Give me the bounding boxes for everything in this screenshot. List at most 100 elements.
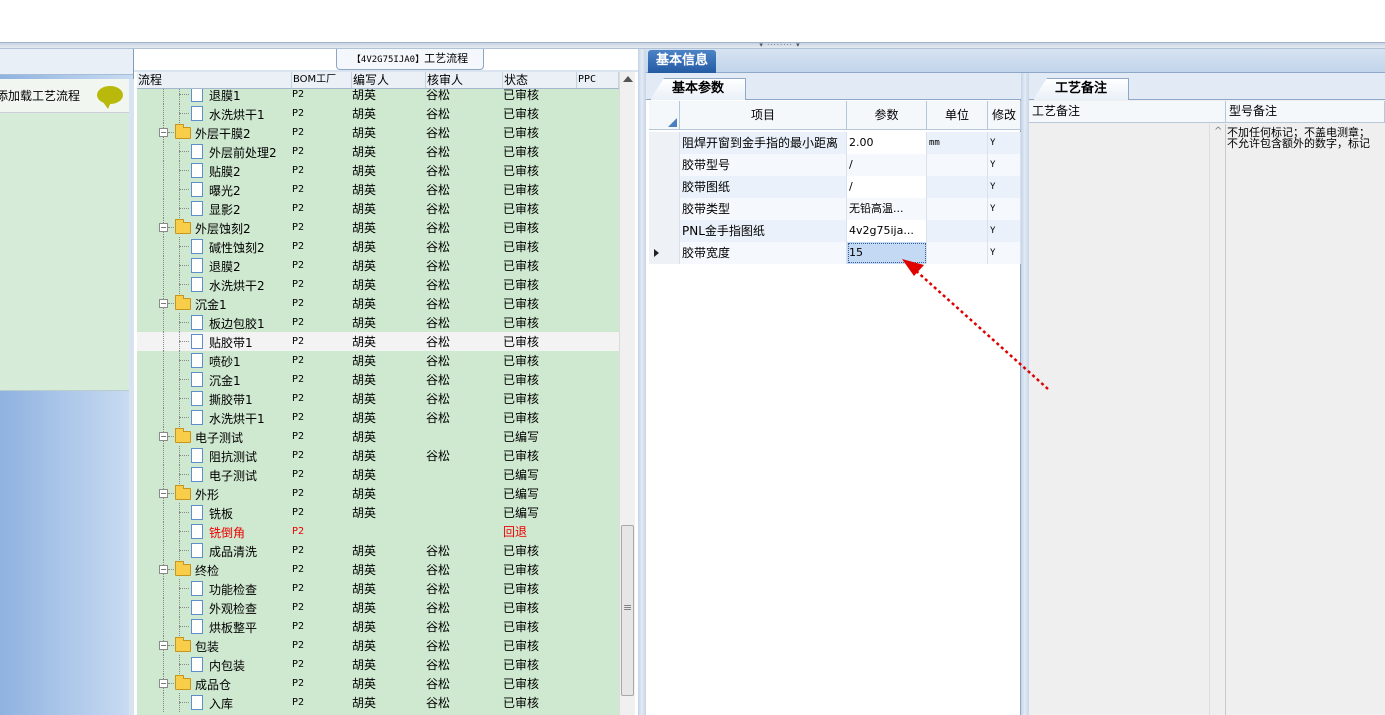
tree-row[interactable]: 曝光2 P2 胡英 谷松 已审核 xyxy=(137,180,619,199)
param-unit-cell[interactable]: mm xyxy=(927,131,988,154)
param-modify-cell[interactable]: Y xyxy=(988,219,1021,242)
tree-row[interactable]: 烘板整平 P2 胡英 谷松 已审核 xyxy=(137,617,619,636)
tree-row[interactable]: − 外层干膜2 P2 胡英 谷松 已审核 xyxy=(137,123,619,142)
row-header[interactable] xyxy=(649,219,680,242)
param-modify-cell[interactable]: Y xyxy=(988,131,1021,154)
collapse-toggle-icon[interactable]: − xyxy=(159,432,168,441)
param-row[interactable]: 胶带宽度 15 Y xyxy=(649,241,1021,264)
col-header-model-remark[interactable]: 型号备注 xyxy=(1226,101,1385,122)
tree-row[interactable]: 水洗烘干1 P2 胡英 谷松 已审核 xyxy=(137,104,619,123)
remark-scrollbar[interactable] xyxy=(1209,124,1225,715)
collapse-toggle-icon[interactable]: − xyxy=(159,641,168,650)
col-header-writer[interactable]: 编写人 xyxy=(352,72,426,88)
param-row[interactable]: 阻焊开窗到金手指的最小距离 2.00 mm Y xyxy=(649,131,1021,154)
process-remark-textarea[interactable] xyxy=(1029,124,1226,715)
tree-row[interactable]: 板边包胶1 P2 胡英 谷松 已审核 xyxy=(137,313,619,332)
tree-row[interactable]: − 成品仓 P2 胡英 谷松 已审核 xyxy=(137,674,619,693)
param-value-cell[interactable]: 15 xyxy=(847,241,927,264)
col-header-value[interactable]: 参数 xyxy=(847,101,927,129)
params-remarks-splitter[interactable] xyxy=(1021,73,1029,715)
splitter-bar[interactable] xyxy=(0,42,1385,49)
param-value-cell[interactable]: / xyxy=(847,175,927,198)
tree-row[interactable]: 显影2 P2 胡英 谷松 已审核 xyxy=(137,199,619,218)
process-vertical-scrollbar[interactable] xyxy=(619,72,635,715)
splitter-grip[interactable]: ▾ ········ ▾ xyxy=(748,42,812,49)
tab-basic-params[interactable]: 基本参数 xyxy=(650,78,746,100)
col-header-ppc[interactable]: PPC xyxy=(577,72,619,88)
param-value-cell[interactable]: 2.00 xyxy=(847,131,927,154)
grid-corner-icon[interactable] xyxy=(649,101,680,129)
collapse-toggle-icon[interactable]: − xyxy=(159,128,168,137)
tree-row[interactable]: − 包装 P2 胡英 谷松 已审核 xyxy=(137,636,619,655)
param-modify-cell[interactable]: Y xyxy=(988,153,1021,176)
param-modify-cell[interactable]: Y xyxy=(988,175,1021,198)
tree-row[interactable]: − 外层蚀刻2 P2 胡英 谷松 已审核 xyxy=(137,218,619,237)
tree-row[interactable]: 碱性蚀刻2 P2 胡英 谷松 已审核 xyxy=(137,237,619,256)
tab-basic-info[interactable]: 基本信息 xyxy=(648,50,716,73)
param-row[interactable]: 胶带型号 / Y xyxy=(649,153,1021,176)
row-header[interactable] xyxy=(649,131,680,154)
param-modify-cell[interactable]: Y xyxy=(988,197,1021,220)
scroll-up-arrow-icon[interactable] xyxy=(623,76,633,82)
model-remark-text[interactable]: 不加任何标记；不盖电测章； 不允许包含额外的数字，标记 xyxy=(1226,124,1385,715)
process-panel-title: 【4V2G75IJA0】工艺流程 xyxy=(336,49,484,70)
param-modify-cell[interactable]: Y xyxy=(988,241,1021,264)
tree-row[interactable]: − 电子测试 P2 胡英 已编写 xyxy=(137,427,619,446)
param-value-cell[interactable]: 4v2g75ija... xyxy=(847,219,927,242)
col-header-reviewer[interactable]: 核审人 xyxy=(426,72,503,88)
tree-row[interactable]: 退膜2 P2 胡英 谷松 已审核 xyxy=(137,256,619,275)
tree-row[interactable]: − 终检 P2 胡英 谷松 已审核 xyxy=(137,560,619,579)
tree-row[interactable]: 水洗烘干2 P2 胡英 谷松 已审核 xyxy=(137,275,619,294)
collapse-toggle-icon[interactable]: − xyxy=(159,299,168,308)
tree-row[interactable]: 铣倒角 P2 回退 xyxy=(137,522,619,541)
collapse-toggle-icon[interactable]: − xyxy=(159,489,168,498)
tree-row[interactable]: 贴膜2 P2 胡英 谷松 已审核 xyxy=(137,161,619,180)
row-header[interactable] xyxy=(649,153,680,176)
col-header-unit[interactable]: 单位 xyxy=(927,101,988,129)
row-header[interactable] xyxy=(649,241,680,264)
col-header-process-remark[interactable]: 工艺备注 xyxy=(1029,101,1226,122)
tree-row[interactable]: 喷砂1 P2 胡英 谷松 已审核 xyxy=(137,351,619,370)
tree-row[interactable]: 成品清洗 P2 胡英 谷松 已审核 xyxy=(137,541,619,560)
tree-row[interactable]: 外观检查 P2 胡英 谷松 已审核 xyxy=(137,598,619,617)
param-value-cell[interactable]: 无铅高温... xyxy=(847,197,927,220)
tree-row[interactable]: 沉金1 P2 胡英 谷松 已审核 xyxy=(137,370,619,389)
collapse-toggle-icon[interactable]: − xyxy=(159,223,168,232)
tree-row[interactable]: − 外形 P2 胡英 已编写 xyxy=(137,484,619,503)
col-header-item[interactable]: 项目 xyxy=(680,101,847,129)
collapse-toggle-icon[interactable]: − xyxy=(159,565,168,574)
tree-row[interactable]: − 沉金1 P2 胡英 谷松 已审核 xyxy=(137,294,619,313)
param-unit-cell[interactable] xyxy=(927,241,988,264)
tree-row[interactable]: 铣板 P2 胡英 已编写 xyxy=(137,503,619,522)
tree-row[interactable]: 外层前处理2 P2 胡英 谷松 已审核 xyxy=(137,142,619,161)
tree-row[interactable]: 退膜1 P2 胡英 谷松 已审核 xyxy=(137,89,619,104)
col-header-bom-factory[interactable]: BOM工厂 xyxy=(292,72,352,88)
tree-row[interactable]: 内包装 P2 胡英 谷松 已审核 xyxy=(137,655,619,674)
param-row[interactable]: 胶带类型 无铅高温... Y xyxy=(649,197,1021,220)
col-header-process[interactable]: 流程 xyxy=(137,72,292,88)
load-process-item[interactable]: 添加载工艺流程 xyxy=(0,79,129,113)
param-unit-cell[interactable] xyxy=(927,219,988,242)
scrollbar-thumb[interactable] xyxy=(621,525,634,696)
col-header-modify[interactable]: 修改 xyxy=(988,101,1021,129)
param-row[interactable]: PNL金手指图纸 4v2g75ija... Y xyxy=(649,219,1021,242)
tree-row[interactable]: 撕胶带1 P2 胡英 谷松 已审核 xyxy=(137,389,619,408)
collapse-toggle-icon[interactable]: − xyxy=(159,679,168,688)
param-unit-cell[interactable] xyxy=(927,197,988,220)
tree-row[interactable]: 电子测试 P2 胡英 已编写 xyxy=(137,465,619,484)
row-header[interactable] xyxy=(649,175,680,198)
vertical-splitter[interactable] xyxy=(638,49,646,715)
tree-row[interactable]: 功能检查 P2 胡英 谷松 已审核 xyxy=(137,579,619,598)
col-header-status[interactable]: 状态 xyxy=(503,72,577,88)
tree-row[interactable]: 水洗烘干1 P2 胡英 谷松 已审核 xyxy=(137,408,619,427)
tree-row[interactable]: 阻抗测试 P2 胡英 谷松 已审核 xyxy=(137,446,619,465)
param-unit-cell[interactable] xyxy=(927,175,988,198)
param-row[interactable]: 胶带图纸 / Y xyxy=(649,175,1021,198)
reviewer-cell: 谷松 xyxy=(426,316,451,330)
param-value-cell[interactable]: / xyxy=(847,153,927,176)
tree-row[interactable]: 贴胶带1 P2 胡英 谷松 已审核 xyxy=(137,332,619,351)
row-header[interactable] xyxy=(649,197,680,220)
param-unit-cell[interactable] xyxy=(927,153,988,176)
tree-row[interactable]: 入库 P2 胡英 谷松 已审核 xyxy=(137,693,619,712)
tab-process-remarks[interactable]: 工艺备注 xyxy=(1033,78,1129,100)
